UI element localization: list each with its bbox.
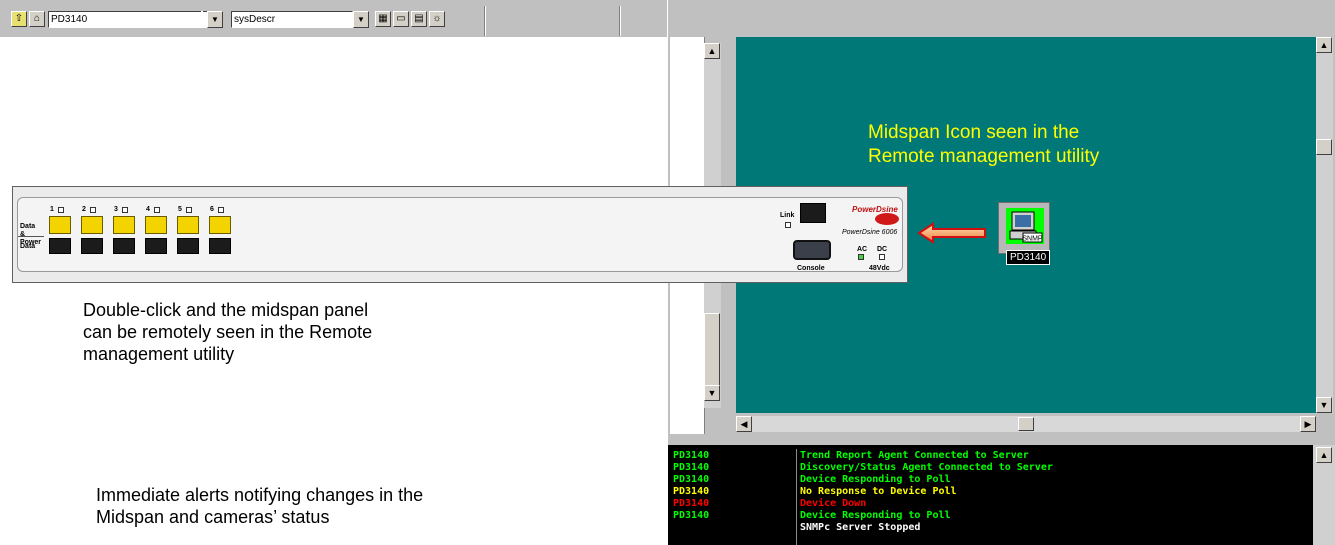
console-label: Console: [797, 265, 825, 272]
brand-swoosh: [875, 213, 899, 225]
port-number: 1: [50, 206, 54, 213]
port-number: 4: [146, 206, 150, 213]
map-annotation: Midspan Icon seen in the Remote manageme…: [868, 122, 1100, 167]
data-port: [209, 238, 231, 254]
panel-label-divider: [18, 236, 44, 237]
up-folder-icon[interactable]: ⇧: [11, 11, 27, 27]
ethernet-port: [800, 203, 826, 223]
data-label: Data: [20, 243, 36, 250]
log-message: No Response to Device Poll: [800, 486, 957, 497]
port-led: [122, 207, 128, 213]
log-device: PD3140: [673, 510, 710, 521]
scroll-thumb[interactable]: [1316, 139, 1332, 155]
data-power-port: [113, 216, 135, 234]
log-device: PD3140: [673, 450, 710, 461]
port-led: [186, 207, 192, 213]
scroll-left-icon[interactable]: ◀: [736, 416, 752, 432]
log-message: Device Responding to Poll: [800, 474, 951, 485]
scroll-up-icon[interactable]: ▲: [1316, 37, 1332, 53]
sun-icon[interactable]: ☼: [429, 11, 445, 27]
data-power-port: [81, 216, 103, 234]
log-message: Trend Report Agent Connected to Server: [800, 450, 1029, 461]
link-led: [785, 222, 791, 228]
scroll-down-icon[interactable]: ▼: [704, 385, 720, 401]
data-power-port: [49, 216, 71, 234]
voltage-label: 48Vdc: [869, 265, 890, 272]
toolbar-separator: [619, 6, 621, 36]
mib-select-dropdown-icon[interactable]: ▼: [353, 11, 369, 28]
table-icon[interactable]: ▦: [375, 11, 391, 27]
mib-select[interactable]: sysDescr: [231, 11, 353, 28]
port-number: 2: [82, 206, 86, 213]
console-port: [793, 240, 831, 260]
data-power-port: [209, 216, 231, 234]
ac-led: [858, 254, 864, 260]
log-device: PD3140: [673, 474, 710, 485]
spacer: [201, 11, 203, 28]
device-caption: PD3140: [1006, 250, 1051, 265]
event-log-rows: PD3140 Trend Report Agent Connected to Se…: [668, 450, 1313, 545]
midspan-front-panel[interactable]: [12, 186, 908, 283]
scroll-thumb[interactable]: [704, 313, 720, 393]
graph-icon[interactable]: ▭: [393, 11, 409, 27]
port-number: 5: [178, 206, 182, 213]
data-port: [177, 238, 199, 254]
arrow-left-icon: [917, 222, 986, 244]
port-led: [154, 207, 160, 213]
log-message: SNMPc Server Stopped: [800, 522, 921, 533]
scroll-up-icon[interactable]: ▲: [704, 43, 720, 59]
device-select[interactable]: PD3140: [48, 11, 208, 28]
log-device: PD3140: [673, 462, 710, 473]
double-click-caption: Double-click and the midspan panel can b…: [83, 300, 373, 364]
toolbar-separator: [484, 6, 486, 36]
data-port: [81, 238, 103, 254]
port-number: 3: [114, 206, 118, 213]
ac-label: AC: [857, 246, 868, 253]
data-power-port: [177, 216, 199, 234]
snmp-badge: SNMP: [1022, 236, 1043, 243]
alerts-caption: Immediate alerts notifying changes in th…: [96, 485, 424, 527]
log-scrollbar[interactable]: ▲: [1313, 445, 1335, 545]
log-device: PD3140: [673, 486, 710, 497]
data-port: [145, 238, 167, 254]
data-port: [49, 238, 71, 254]
port-led: [218, 207, 224, 213]
log-message: Device Responding to Poll: [800, 510, 951, 521]
map-vertical-scrollbar[interactable]: ▲ ▼: [1316, 37, 1333, 413]
computer-icon: SNMP: [1009, 211, 1043, 243]
toolbar: ⇧ ⌂ PD3140 ▼ sysDescr ▼ ▦ ▭ ▤ ☼: [0, 0, 667, 37]
scroll-down-icon[interactable]: ▼: [1316, 397, 1332, 413]
dc-led: [879, 254, 885, 260]
report-icon[interactable]: ▤: [411, 11, 427, 27]
horizontal-scroll-thumb[interactable]: [1018, 417, 1034, 431]
device-select-dropdown-icon[interactable]: ▼: [207, 11, 223, 28]
dc-label: DC: [877, 246, 888, 253]
port-number: 6: [210, 206, 214, 213]
model-label: PowerDsine 6006: [842, 229, 898, 236]
log-device: PD3140: [673, 498, 710, 509]
scroll-right-icon[interactable]: ▶: [1300, 416, 1316, 432]
home-icon[interactable]: ⌂: [29, 11, 45, 27]
log-message: Device Down: [800, 498, 867, 509]
port-led: [90, 207, 96, 213]
log-message: Discovery/Status Agent Connected to Serv…: [800, 462, 1053, 473]
data-power-port: [145, 216, 167, 234]
scroll-up-icon[interactable]: ▲: [1316, 447, 1332, 463]
data-port: [113, 238, 135, 254]
link-label: Link: [780, 212, 795, 219]
port-led: [58, 207, 64, 213]
